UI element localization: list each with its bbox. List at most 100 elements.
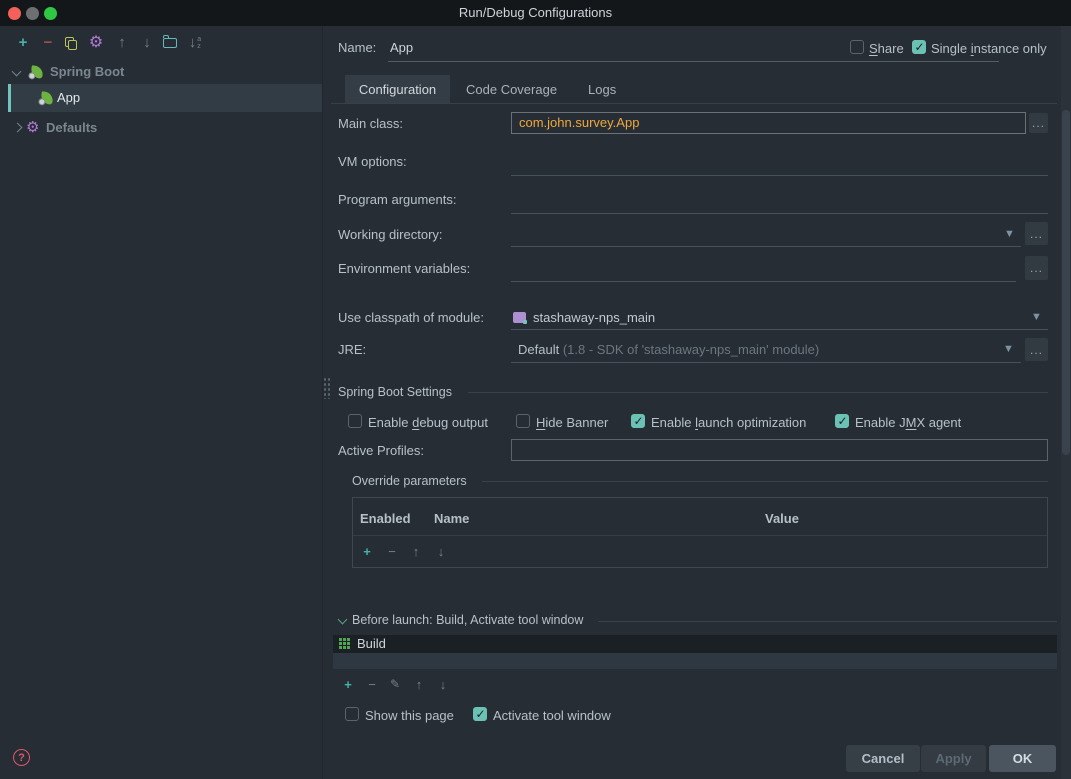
before-launch-title: Before launch: Build, Activate tool wind…	[352, 613, 584, 627]
enable-launch-optimization-checkbox[interactable]	[631, 414, 645, 428]
before-launch-chevron-icon[interactable]	[337, 614, 348, 625]
jre-value[interactable]: Default (1.8 - SDK of 'stashaway-nps_mai…	[518, 342, 819, 357]
name-input[interactable]: App	[390, 40, 413, 55]
environment-variables-label: Environment variables:	[338, 261, 471, 276]
sort-configurations-icon[interactable]: ↓ a z	[186, 34, 204, 52]
enable-launch-optimization-label: Enable launch optimization	[651, 415, 807, 430]
name-input-underline	[388, 61, 999, 62]
vm-options-input[interactable]	[511, 175, 1048, 176]
working-directory-label: Working directory:	[338, 227, 443, 242]
build-grid-icon	[339, 638, 350, 649]
activate-tool-window-label: Activate tool window	[493, 708, 611, 723]
active-profiles-input[interactable]	[511, 439, 1048, 461]
remove-configuration-icon[interactable]: −	[39, 34, 57, 52]
before-launch-remove-icon[interactable]: −	[364, 676, 380, 692]
help-icon[interactable]: ?	[13, 749, 30, 766]
table-remove-icon[interactable]: −	[384, 543, 400, 559]
program-arguments-input[interactable]	[511, 213, 1048, 214]
use-classpath-label: Use classpath of module:	[338, 310, 484, 325]
before-launch-add-icon[interactable]: +	[340, 676, 356, 692]
column-header-name: Name	[434, 511, 470, 526]
jre-selected: Default	[518, 342, 560, 357]
table-move-up-icon[interactable]: ↑	[408, 543, 424, 559]
single-instance-checkbox[interactable]	[912, 40, 926, 54]
scrollbar-thumb[interactable]	[1062, 110, 1070, 455]
share-checkbox[interactable]	[850, 40, 864, 54]
before-launch-move-up-icon[interactable]: ↑	[411, 676, 427, 692]
cancel-button[interactable]: Cancel	[846, 745, 920, 772]
main-class-value: com.john.survey.App	[519, 115, 640, 130]
environment-variables-input[interactable]	[511, 281, 1016, 282]
before-launch-item-label: Build	[357, 636, 386, 651]
activate-tool-window-checkbox[interactable]	[473, 707, 487, 721]
titlebar: Run/Debug Configurations	[0, 0, 1071, 26]
move-down-icon[interactable]: ↓	[138, 34, 156, 52]
tree-item-label: Defaults	[46, 120, 98, 135]
new-folder-icon[interactable]	[161, 34, 179, 52]
splitter-handle[interactable]	[323, 377, 330, 399]
section-hairline	[468, 392, 1048, 393]
before-launch-empty-row[interactable]	[333, 653, 1057, 669]
use-classpath-underline	[511, 329, 1048, 330]
before-launch-move-down-icon[interactable]: ↓	[435, 676, 451, 692]
override-parameters-title: Override parameters	[352, 474, 467, 488]
override-parameters-table	[352, 497, 1048, 568]
tree-item-app[interactable]: App	[8, 84, 322, 112]
gear-icon: ⚙	[26, 119, 40, 136]
program-arguments-label: Program arguments:	[338, 192, 457, 207]
show-this-page-label: Show this page	[365, 708, 454, 723]
tree-item-label: Spring Boot	[50, 64, 125, 79]
module-icon	[513, 312, 527, 324]
before-launch-edit-icon[interactable]: ✎	[387, 676, 403, 692]
tab-configuration[interactable]: Configuration	[345, 75, 450, 103]
active-profiles-label: Active Profiles:	[338, 443, 424, 458]
before-launch-item-build[interactable]: Build	[333, 635, 1057, 653]
edit-templates-gear-icon[interactable]: ⚙	[87, 34, 105, 52]
run-debug-configurations-dialog: Run/Debug Configurations + − ⚙ ↑ ↓ ↓ a z S…	[0, 0, 1071, 779]
use-classpath-dropdown-icon[interactable]: ▼	[1031, 312, 1042, 323]
tab-code-coverage[interactable]: Code Coverage	[466, 82, 557, 97]
table-move-down-icon[interactable]: ↓	[433, 543, 449, 559]
hide-banner-checkbox[interactable]	[516, 414, 530, 428]
tab-label: Configuration	[358, 81, 437, 97]
add-configuration-icon[interactable]: +	[14, 34, 32, 52]
column-header-enabled: Enabled	[360, 511, 411, 526]
show-this-page-checkbox[interactable]	[345, 707, 359, 721]
ok-button[interactable]: OK	[989, 745, 1056, 772]
apply-button[interactable]: Apply	[921, 745, 986, 772]
jre-label: JRE:	[338, 342, 367, 357]
enable-jmx-agent-label: Enable JMX agent	[855, 415, 962, 430]
chevron-down-icon[interactable]	[11, 66, 22, 77]
window-title: Run/Debug Configurations	[458, 5, 613, 20]
name-label: Name:	[338, 40, 377, 55]
working-directory-dropdown-icon[interactable]: ▼	[1004, 229, 1015, 240]
jre-browse-button[interactable]: ...	[1025, 338, 1048, 361]
enable-debug-output-checkbox[interactable]	[348, 414, 362, 428]
main-class-browse-button[interactable]: ...	[1029, 113, 1048, 133]
working-directory-browse-button[interactable]: ...	[1025, 222, 1048, 245]
table-header-divider	[353, 535, 1047, 536]
tabs-underline	[331, 103, 1057, 104]
spring-boot-icon	[30, 65, 44, 79]
use-classpath-value[interactable]: stashaway-nps_main	[533, 310, 655, 325]
section-hairline	[598, 621, 1057, 622]
tab-logs[interactable]: Logs	[588, 82, 616, 97]
table-add-icon[interactable]: +	[359, 543, 375, 559]
enable-jmx-agent-checkbox[interactable]	[835, 414, 849, 428]
main-class-input[interactable]: com.john.survey.App	[511, 112, 1026, 134]
jre-dropdown-icon[interactable]: ▼	[1003, 344, 1014, 355]
working-directory-input[interactable]	[511, 246, 1021, 247]
chevron-right-icon[interactable]	[12, 122, 23, 133]
panel-divider	[322, 26, 323, 779]
jre-hint: (1.8 - SDK of 'stashaway-nps_main' modul…	[562, 342, 820, 357]
enable-debug-output-label: Enable debug output	[368, 415, 489, 430]
copy-configuration-icon[interactable]	[62, 34, 80, 52]
tree-item-label: App	[57, 90, 81, 105]
move-up-icon[interactable]: ↑	[113, 34, 131, 52]
column-header-value: Value	[765, 511, 799, 526]
share-label: Share	[869, 41, 904, 56]
environment-variables-browse-button[interactable]: ...	[1025, 256, 1048, 280]
section-hairline	[482, 481, 1048, 482]
single-instance-label: Single instance only	[931, 41, 1047, 56]
hide-banner-label: Hide Banner	[536, 415, 609, 430]
